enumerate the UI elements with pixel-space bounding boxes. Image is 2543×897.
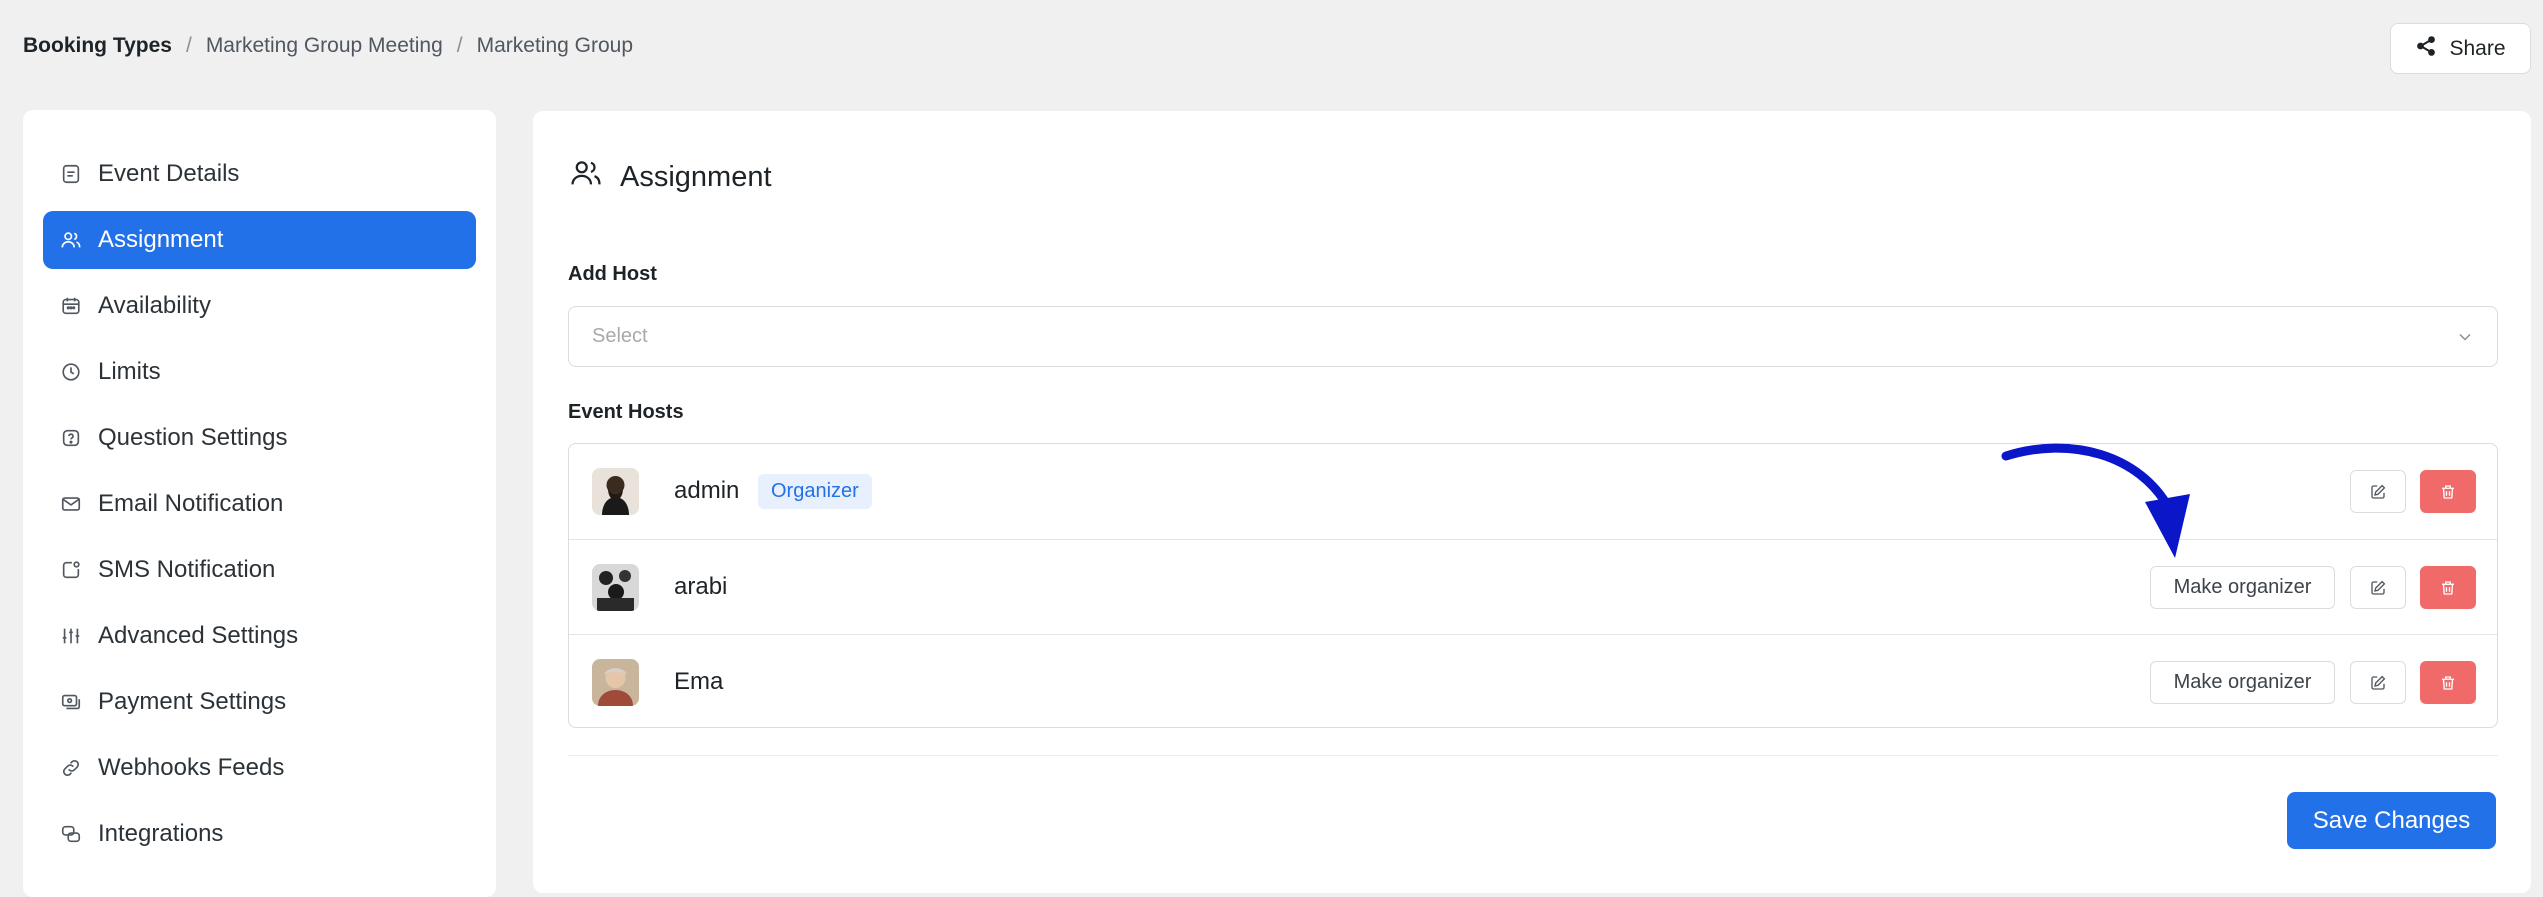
breadcrumb-separator: / — [185, 34, 192, 57]
panel-header: Assignment — [569, 156, 772, 198]
sidebar-item-event-details[interactable]: Event Details — [43, 145, 476, 203]
share-button[interactable]: Share — [2390, 23, 2531, 74]
chevron-down-icon — [2459, 333, 2471, 341]
save-changes-button[interactable]: Save Changes — [2287, 792, 2496, 849]
trash-icon — [2442, 675, 2454, 690]
edit-icon — [2371, 675, 2386, 690]
edit-host-button[interactable] — [2350, 470, 2406, 513]
sms-icon — [60, 559, 82, 581]
select-placeholder: Select — [592, 325, 648, 347]
host-name: arabi — [674, 573, 728, 600]
divider — [568, 755, 2498, 756]
sidebar-item-advanced-settings[interactable]: Advanced Settings — [43, 607, 476, 665]
integrations-icon — [60, 823, 82, 845]
sidebar-item-sms-notification[interactable]: SMS Notification — [43, 541, 476, 599]
sidebar-item-label: Advanced Settings — [98, 622, 299, 649]
host-row: Ema Make organizer — [569, 634, 2497, 727]
breadcrumb: Booking Types / Marketing Group Meeting … — [23, 34, 633, 58]
question-icon — [60, 427, 82, 449]
add-host-label: Add Host — [568, 263, 657, 285]
sidebar-item-label: SMS Notification — [98, 556, 276, 583]
sidebar-item-question-settings[interactable]: Question Settings — [43, 409, 476, 467]
delete-host-button[interactable] — [2420, 661, 2476, 704]
make-organizer-button[interactable]: Make organizer — [2150, 661, 2335, 704]
delete-host-button[interactable] — [2420, 470, 2476, 513]
edit-icon — [2371, 580, 2386, 595]
sidebar-item-label: Availability — [98, 292, 211, 319]
sidebar-item-limits[interactable]: Limits — [43, 343, 476, 401]
users-icon — [60, 229, 82, 251]
sidebar: Event Details Assignment Availability Li… — [23, 110, 496, 897]
host-row: admin Organizer — [569, 444, 2497, 539]
sidebar-item-webhooks-feeds[interactable]: Webhooks Feeds — [43, 739, 476, 797]
event-hosts-label: Event Hosts — [568, 401, 684, 423]
edit-host-button[interactable] — [2350, 566, 2406, 609]
assignment-panel: Assignment Add Host Select Event Hosts a… — [533, 111, 2531, 893]
organizer-badge: Organizer — [758, 474, 872, 509]
sidebar-item-label: Assignment — [98, 226, 224, 253]
breadcrumb-item-current: Marketing Group — [476, 34, 634, 57]
host-name: Ema — [674, 668, 724, 695]
breadcrumb-item[interactable]: Marketing Group Meeting — [206, 34, 443, 58]
edit-host-button[interactable] — [2350, 661, 2406, 704]
sliders-icon — [60, 625, 82, 647]
calendar-icon — [60, 295, 82, 317]
sidebar-item-integrations[interactable]: Integrations — [43, 805, 476, 863]
users-icon — [569, 156, 603, 198]
clock-icon — [60, 361, 82, 383]
sidebar-item-assignment[interactable]: Assignment — [43, 211, 476, 269]
page-title: Assignment — [620, 160, 772, 193]
sidebar-item-label: Webhooks Feeds — [98, 754, 285, 781]
mail-icon — [60, 493, 82, 515]
breadcrumb-separator: / — [456, 34, 463, 57]
sidebar-item-label: Event Details — [98, 160, 240, 187]
event-hosts-list: admin Organizer arabi Make organizer Ema… — [568, 443, 2498, 728]
add-host-select[interactable]: Select — [568, 306, 2498, 367]
sidebar-item-email-notification[interactable]: Email Notification — [43, 475, 476, 533]
host-name: admin — [674, 477, 740, 504]
avatar — [592, 659, 639, 706]
top-bar: Booking Types / Marketing Group Meeting … — [0, 0, 2543, 100]
link-icon — [60, 757, 82, 779]
host-row: arabi Make organizer — [569, 539, 2497, 634]
avatar — [592, 468, 639, 515]
sidebar-item-availability[interactable]: Availability — [43, 277, 476, 335]
document-icon — [60, 163, 82, 185]
avatar — [592, 564, 639, 611]
trash-icon — [2442, 580, 2454, 595]
edit-icon — [2371, 484, 2386, 499]
make-organizer-button[interactable]: Make organizer — [2150, 566, 2335, 609]
sidebar-item-payment-settings[interactable]: Payment Settings — [43, 673, 476, 731]
sidebar-item-label: Question Settings — [98, 424, 288, 451]
breadcrumb-root[interactable]: Booking Types — [23, 34, 172, 58]
trash-icon — [2442, 484, 2454, 499]
share-icon — [2415, 35, 2437, 63]
sidebar-item-label: Integrations — [98, 820, 224, 847]
delete-host-button[interactable] — [2420, 566, 2476, 609]
sidebar-item-label: Limits — [98, 358, 161, 385]
sidebar-item-label: Email Notification — [98, 490, 284, 517]
sidebar-item-label: Payment Settings — [98, 688, 287, 715]
share-label: Share — [2449, 36, 2506, 60]
payment-icon — [60, 691, 82, 713]
